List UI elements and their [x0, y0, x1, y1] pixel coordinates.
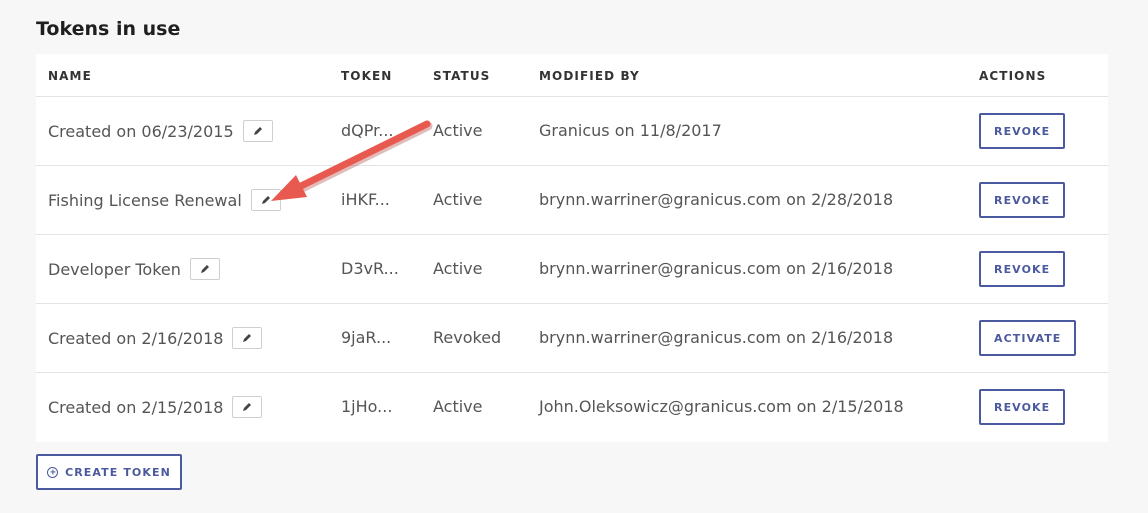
tokens-table: NAME TOKEN STATUS MODIFIED BY ACTIONS Cr… [36, 54, 1108, 442]
token-name: Created on 06/23/2015 [48, 121, 234, 141]
create-token-label: CREATE TOKEN [65, 465, 171, 479]
table-row: Developer Token D3vR... Active brynn.war… [36, 235, 1108, 304]
edit-name-button[interactable] [242, 120, 273, 142]
modified-by-text: John.Oleksowicz@granicus.com on 2/15/201… [539, 397, 904, 416]
edit-name-button[interactable] [232, 396, 263, 418]
token-name: Fishing License Renewal [48, 190, 242, 210]
create-token-button[interactable]: CREATE TOKEN [36, 454, 182, 490]
edit-name-button[interactable] [232, 327, 263, 349]
header-status: STATUS [433, 69, 491, 83]
revoke-button[interactable]: REVOKE [979, 182, 1066, 218]
revoke-button[interactable]: REVOKE [979, 251, 1066, 287]
name-cell: Fishing License Renewal [48, 189, 281, 211]
edit-name-button[interactable] [189, 258, 220, 280]
modified-by-text: brynn.warriner@granicus.com on 2/16/2018 [539, 328, 894, 347]
token-name: Developer Token [48, 259, 181, 279]
header-name: NAME [48, 69, 92, 83]
table-row: Created on 2/15/2018 1jHo... Active John… [36, 373, 1108, 442]
activate-button[interactable]: ACTIVATE [979, 320, 1077, 356]
token-name: Created on 2/16/2018 [48, 328, 224, 348]
pencil-icon [243, 403, 252, 411]
token-name: Created on 2/15/2018 [48, 397, 224, 417]
pencil-icon [243, 334, 252, 342]
table-row: Created on 2/16/2018 9jaR... Revoked bry… [36, 304, 1108, 373]
revoke-button[interactable]: REVOKE [979, 113, 1066, 149]
revoke-button[interactable]: REVOKE [979, 389, 1066, 425]
status-text: Active [433, 259, 483, 278]
status-text: Active [433, 397, 483, 416]
header-modified-by: MODIFIED BY [539, 69, 640, 83]
modified-by-text: brynn.warriner@granicus.com on 2/16/2018 [539, 259, 894, 278]
section-title: Tokens in use [36, 18, 181, 40]
pencil-icon [200, 265, 209, 273]
token-value: iHKF... [341, 190, 390, 209]
table-row: Created on 06/23/2015 dQPr... Active Gra… [36, 97, 1108, 166]
modified-by-text: Granicus on 11/8/2017 [539, 121, 722, 140]
edit-name-button[interactable] [250, 189, 281, 211]
status-text: Revoked [433, 328, 502, 347]
token-value: 1jHo... [341, 397, 393, 416]
token-value: 9jaR... [341, 328, 392, 347]
modified-by-text: brynn.warriner@granicus.com on 2/28/2018 [539, 190, 894, 209]
header-token: TOKEN [341, 69, 393, 83]
plus-circle-icon [47, 466, 59, 478]
token-value: dQPr... [341, 121, 394, 140]
name-cell: Created on 2/16/2018 [48, 327, 263, 349]
pencil-icon [253, 127, 262, 135]
token-value: D3vR... [341, 259, 399, 278]
status-text: Active [433, 190, 483, 209]
table-row: Fishing License Renewal iHKF... Active b… [36, 166, 1108, 235]
name-cell: Created on 2/15/2018 [48, 396, 263, 418]
name-cell: Created on 06/23/2015 [48, 120, 273, 142]
table-header: NAME TOKEN STATUS MODIFIED BY ACTIONS [36, 54, 1108, 97]
tokens-page: Tokens in use NAME TOKEN STATUS MODIFIED… [0, 0, 1148, 513]
header-actions: ACTIONS [979, 69, 1047, 83]
name-cell: Developer Token [48, 258, 220, 280]
status-text: Active [433, 121, 483, 140]
pencil-icon [261, 196, 270, 204]
